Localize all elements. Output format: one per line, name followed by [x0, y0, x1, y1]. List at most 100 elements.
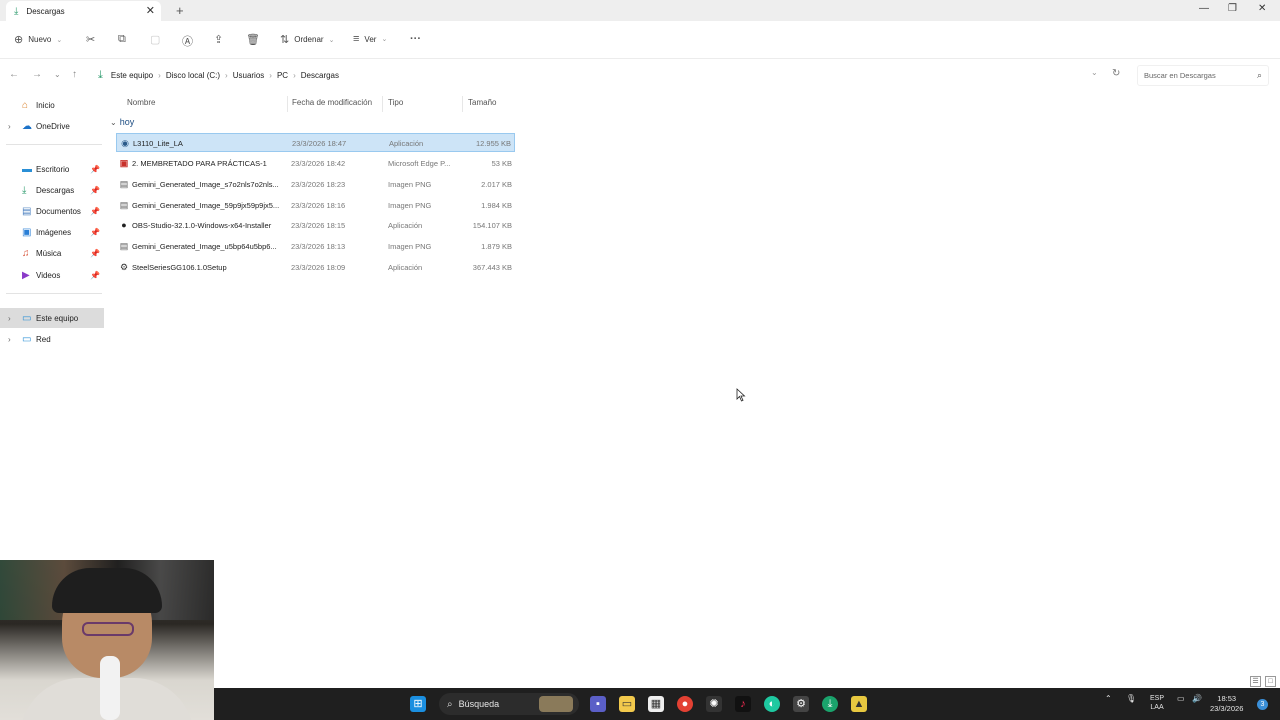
- language-indicator[interactable]: ESP LAA: [1150, 694, 1164, 712]
- app-yellow-icon[interactable]: ▲: [851, 696, 867, 712]
- new-label: Nuevo: [28, 35, 52, 44]
- settings-icon[interactable]: ⚙: [793, 696, 809, 712]
- new-tab-button[interactable]: +: [176, 3, 184, 18]
- group-header-today[interactable]: ⌄ hoy: [110, 117, 134, 127]
- column-divider[interactable]: [462, 96, 463, 112]
- more-icon: ···: [410, 33, 421, 45]
- tab-descargas[interactable]: ⤓ Descargas ✕: [6, 1, 161, 21]
- pin-icon[interactable]: 📌: [90, 271, 100, 280]
- share-button[interactable]: ⇪: [214, 33, 223, 46]
- up-button[interactable]: ↑: [72, 69, 77, 80]
- sidebar-item-imagenes[interactable]: ▣ Imágenes 📌: [0, 222, 104, 242]
- rename-button[interactable]: Ⓐ: [182, 33, 193, 49]
- file-row[interactable]: ◉ L3110_Lite_LA 23/3/2026 18:47 Aplicaci…: [116, 133, 515, 152]
- file-date: 23/3/2026 18:42: [291, 159, 346, 168]
- app-green-icon[interactable]: ◐: [764, 696, 780, 712]
- cut-button[interactable]: ✂: [86, 33, 95, 46]
- taskbar: ⊞ ⌕ Búsqueda ▪ ▭ ▦ ● ✺ ♪ ◐ ⚙ ⤓ ▲ ⌃ 🎙 ESP…: [214, 688, 1280, 720]
- breadcrumb-descargas[interactable]: Descargas: [301, 71, 339, 80]
- file-row[interactable]: ▣ 2. MEMBRETADO PARA PRÁCTICAS-1 23/3/20…: [116, 154, 515, 173]
- pin-icon[interactable]: 📌: [90, 249, 100, 258]
- gear-icon: ⚙: [119, 262, 129, 272]
- system-clock[interactable]: 18:53 23/3/2026: [1210, 694, 1243, 714]
- file-name: SteelSeriesGG106.1.0Setup: [132, 263, 227, 272]
- pin-icon[interactable]: 📌: [90, 165, 100, 174]
- file-row[interactable]: ▤ Gemini_Generated_Image_59p9jx59p9jx5..…: [116, 196, 515, 215]
- divider: [6, 293, 102, 294]
- show-hidden-icons-chevron-icon[interactable]: ⌃: [1105, 694, 1112, 703]
- column-header-type[interactable]: Tipo: [388, 98, 403, 107]
- address-bar[interactable]: ⤓ Este equipo › Disco local (C:) › Usuar…: [92, 65, 1132, 86]
- sidebar-item-descargas[interactable]: ⤓ Descargas 📌: [0, 180, 104, 200]
- sidebar-item-escritorio[interactable]: ▬ Escritorio 📌: [0, 159, 104, 179]
- network-icon[interactable]: ▭: [1177, 694, 1185, 703]
- more-options-button[interactable]: ···: [410, 33, 421, 45]
- teams-icon[interactable]: ▪: [590, 696, 606, 712]
- pin-icon[interactable]: 📌: [90, 228, 100, 237]
- close-window-button[interactable]: ✕: [1258, 3, 1266, 14]
- notification-badge[interactable]: 3: [1257, 699, 1268, 710]
- tiles-view-toggle[interactable]: □: [1265, 676, 1276, 687]
- tab-close-button[interactable]: ✕: [146, 4, 155, 17]
- sidebar-item-videos[interactable]: ▶ Videos 📌: [0, 265, 104, 285]
- breadcrumb-este-equipo[interactable]: Este equipo: [111, 71, 153, 80]
- chevron-right-icon[interactable]: ›: [269, 71, 272, 80]
- windows-start-icon[interactable]: ⊞: [410, 696, 426, 712]
- tiktok-icon[interactable]: ♪: [735, 696, 751, 712]
- column-header-name[interactable]: Nombre: [127, 98, 155, 107]
- pin-icon[interactable]: 📌: [90, 186, 100, 195]
- search-box[interactable]: Buscar en Descargas ⌕: [1137, 65, 1269, 86]
- file-row[interactable]: ● OBS-Studio-32.1.0-Windows-x64-Installe…: [116, 216, 515, 235]
- expand-chevron-icon[interactable]: ›: [8, 335, 11, 344]
- recent-locations-button[interactable]: ⌄: [54, 70, 61, 79]
- maximize-button[interactable]: ❐: [1228, 3, 1237, 14]
- sidebar-item-este-equipo[interactable]: › ▭ Este equipo: [0, 308, 104, 328]
- sidebar-item-red[interactable]: › ▭ Red: [0, 329, 104, 349]
- chatgpt-icon[interactable]: ✺: [706, 696, 722, 712]
- paste-button[interactable]: ▢: [150, 33, 160, 46]
- taskbar-search-label: Búsqueda: [458, 699, 500, 709]
- sidebar-item-documentos[interactable]: ▤ Documentos 📌: [0, 201, 104, 221]
- store-icon[interactable]: ▦: [648, 696, 664, 712]
- details-view-toggle[interactable]: ☰: [1250, 676, 1261, 687]
- document-icon: ▤: [22, 205, 32, 217]
- scissors-icon: ✂: [86, 34, 96, 46]
- minimize-button[interactable]: —: [1199, 3, 1209, 14]
- music-icon: ♫: [22, 247, 30, 259]
- breadcrumb-usuarios[interactable]: Usuarios: [233, 71, 265, 80]
- taskbar-search[interactable]: ⌕ Búsqueda: [439, 693, 579, 715]
- sidebar-item-musica[interactable]: ♫ Música 📌: [0, 243, 104, 263]
- new-button[interactable]: ⊕ Nuevo ⌄: [14, 33, 62, 46]
- breadcrumb-disco-local[interactable]: Disco local (C:): [166, 71, 220, 80]
- file-row[interactable]: ⚙ SteelSeriesGG106.1.0Setup 23/3/2026 18…: [116, 258, 515, 277]
- delete-button[interactable]: 🗑: [246, 33, 260, 46]
- sort-button[interactable]: ⇅ Ordenar ⌄: [280, 33, 334, 46]
- column-header-size[interactable]: Tamaño: [468, 98, 496, 107]
- sidebar-item-inicio[interactable]: ⌂ Inicio: [0, 95, 104, 115]
- expand-chevron-icon[interactable]: ›: [8, 122, 11, 131]
- file-row[interactable]: ▤ Gemini_Generated_Image_u5bp64u5bp6... …: [116, 237, 515, 256]
- file-explorer-icon[interactable]: ▭: [619, 696, 635, 712]
- file-row[interactable]: ▤ Gemini_Generated_Image_s7o2nls7o2nls..…: [116, 175, 515, 194]
- person-glasses: [82, 622, 134, 636]
- view-button[interactable]: ≡ Ver ⌄: [353, 33, 387, 45]
- address-history-button[interactable]: ⌄: [1091, 68, 1098, 77]
- forward-button[interactable]: →: [32, 69, 42, 80]
- volume-icon[interactable]: 🔊: [1192, 694, 1202, 703]
- column-divider[interactable]: [382, 96, 383, 112]
- column-header-modified[interactable]: Fecha de modificación: [292, 98, 372, 107]
- column-divider[interactable]: [287, 96, 288, 112]
- chrome-icon[interactable]: ●: [677, 696, 693, 712]
- download-manager-icon[interactable]: ⤓: [822, 696, 838, 712]
- expand-chevron-icon[interactable]: ›: [8, 314, 11, 323]
- microphone-icon[interactable]: 🎙: [1126, 694, 1136, 703]
- refresh-button[interactable]: ↻: [1112, 68, 1120, 79]
- pin-icon[interactable]: 📌: [90, 207, 100, 216]
- copy-button[interactable]: ⧉: [118, 33, 126, 46]
- chevron-right-icon[interactable]: ›: [293, 71, 296, 80]
- back-button[interactable]: ←: [9, 69, 19, 80]
- chevron-right-icon[interactable]: ›: [225, 71, 228, 80]
- sidebar-item-onedrive[interactable]: › ☁ OneDrive: [0, 116, 104, 136]
- chevron-right-icon[interactable]: ›: [158, 71, 161, 80]
- breadcrumb-pc[interactable]: PC: [277, 71, 288, 80]
